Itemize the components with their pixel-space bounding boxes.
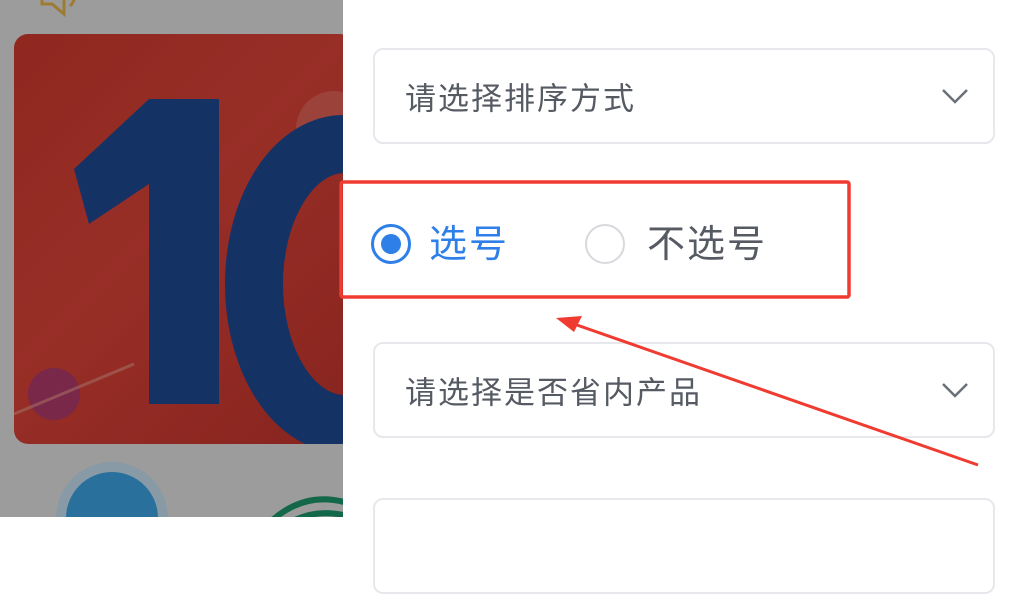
radio-select-number[interactable]: 选号 [371, 214, 541, 274]
radio-label-select-number: 选号 [429, 222, 510, 266]
next-select-field[interactable] [373, 498, 995, 594]
radio-label-no-select-number: 不选号 [647, 222, 768, 266]
filter-panel: 请选择排序方式 选号 不选号 请选择是否省内产品 [343, 0, 1024, 594]
sort-select[interactable]: 请选择排序方式 [373, 48, 995, 144]
chevron-down-icon [942, 383, 968, 398]
chevron-down-icon [942, 89, 968, 104]
radio-unchecked-icon[interactable] [585, 224, 625, 264]
province-select[interactable]: 请选择是否省内产品 [373, 342, 995, 438]
radio-checked-icon[interactable] [371, 224, 411, 264]
modal-backdrop[interactable] [0, 0, 343, 517]
sort-select-placeholder: 请选择排序方式 [405, 81, 636, 118]
province-select-placeholder: 请选择是否省内产品 [405, 375, 702, 412]
radio-no-select-number[interactable]: 不选号 [585, 214, 805, 274]
background-app [0, 0, 343, 517]
